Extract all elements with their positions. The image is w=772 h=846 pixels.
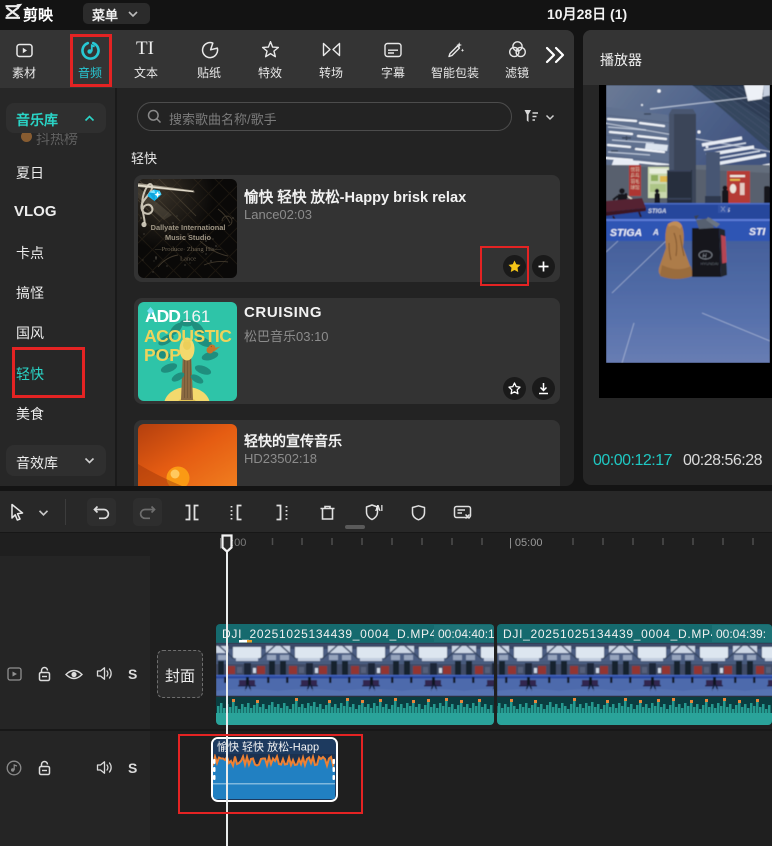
svg-text:羽毛: 羽毛 [631,178,640,184]
svg-text:STI: STI [749,226,766,238]
svg-text:Lance: Lance [180,256,196,263]
svg-text:AI: AI [375,504,383,513]
svg-text:161: 161 [182,307,210,326]
svg-text:乒乓: 乒乓 [631,172,640,179]
svg-text:00:04:39:: 00:04:39: [716,627,766,641]
svg-text:DJI_20251025134439_0004_D.MP4: DJI_20251025134439_0004_D.MP4 [222,627,437,641]
svg-text:STIGA: STIGA [648,209,666,215]
svg-text:HYUNDAI: HYUNDAI [701,261,719,266]
svg-text:H: H [703,254,707,260]
svg-text:00:04:40:1: 00:04:40:1 [438,627,494,641]
svg-text:STIGA: STIGA [610,227,642,239]
svg-text:DJI_20251025134439_0004_D.MP4: DJI_20251025134439_0004_D.MP4 [503,627,718,641]
svg-text:POP: POP [144,345,181,365]
svg-text:球馆: 球馆 [631,184,640,191]
svg-text:ACOUSTIC: ACOUSTIC [144,326,232,346]
svg-text:A: A [652,228,659,237]
svg-text:悦羽: 悦羽 [631,166,640,173]
